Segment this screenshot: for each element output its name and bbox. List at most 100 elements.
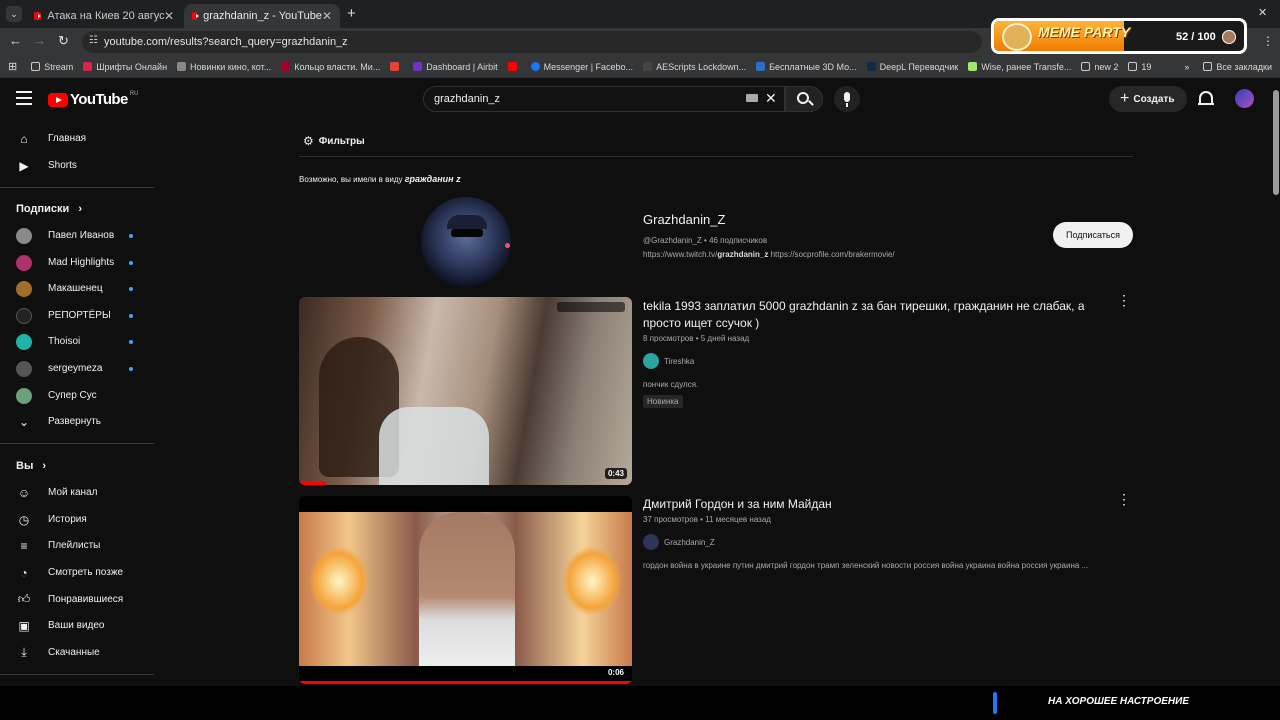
sidebar-sub-item[interactable]: sergeymeza: [0, 355, 154, 382]
bookmark-folder-19[interactable]: 19: [1128, 62, 1151, 72]
bookmark-label: 19: [1141, 61, 1152, 72]
site-info-icon[interactable]: ☷: [89, 35, 98, 46]
bookmark-3d-models[interactable]: Бесплатные 3D Мо...: [756, 62, 857, 72]
browser-tab-1[interactable]: Атака на Киев 20 августа: РФ у ✕: [26, 4, 182, 28]
video-channel[interactable]: Grazhdanin_Z: [643, 534, 715, 550]
window-close-icon[interactable]: ✕: [1258, 6, 1267, 19]
account-avatar[interactable]: [1235, 89, 1254, 108]
search-icon: [797, 92, 809, 104]
forward-icon[interactable]: →: [33, 33, 46, 48]
url-field[interactable]: ☷ youtube.com/results?search_query=grazh…: [82, 31, 982, 53]
sidebar-item-liked[interactable]: 👍︎ Понравившиеся: [0, 586, 154, 613]
sidebar-sub-item[interactable]: Thoisoi: [0, 328, 154, 355]
bookmark-youtube[interactable]: [507, 62, 521, 71]
channel-description: https://www.twitch.tv/grazhdanin_z https…: [643, 250, 895, 259]
back-icon[interactable]: ←: [9, 33, 22, 48]
bookmark-gmail[interactable]: [390, 62, 403, 71]
search-box[interactable]: grazhdanin_z ✕: [423, 86, 785, 112]
more-actions-icon[interactable]: ⋮: [1117, 293, 1131, 307]
browser-menu-icon[interactable]: ⋮: [1262, 34, 1274, 48]
channel-avatar: [16, 360, 32, 377]
bookmark-airbit[interactable]: Dashboard | Airbit: [413, 62, 498, 72]
page-scrollbar[interactable]: [1272, 80, 1280, 690]
video-thumbnail[interactable]: 0:43: [299, 297, 632, 485]
sidebar-sub-item[interactable]: Mad Highlights: [0, 249, 154, 276]
sidebar-item-history[interactable]: ◷ История: [0, 506, 154, 533]
browser-tab-2[interactable]: grazhdanin_z - YouTube ✕: [184, 4, 340, 28]
sidebar-item-my-channel[interactable]: ☺ Мой канал: [0, 479, 154, 506]
youtube-play-icon: [48, 92, 68, 107]
divider: [0, 443, 154, 444]
voice-search-button[interactable]: [834, 86, 860, 112]
sidebar-sub-item[interactable]: Макашенец: [0, 275, 154, 302]
bookmark-label: Кольцо власти. Ми...: [294, 61, 381, 72]
channel-avatar-large[interactable]: [421, 197, 511, 287]
new-tab-icon[interactable]: +: [347, 5, 356, 22]
channel-avatar: [16, 387, 32, 404]
sidebar-item-shorts[interactable]: ▶ Shorts: [0, 152, 154, 179]
doge-avatar-icon: [1002, 23, 1032, 51]
bookmark-rings-of-power[interactable]: Кольцо власти. Ми...: [281, 62, 380, 72]
video-title[interactable]: Дмитрий Гордон и за ним Майдан: [643, 496, 1103, 513]
bookmark-fonts[interactable]: Шрифты Онлайн: [83, 62, 167, 72]
suggestion-link[interactable]: гражданин z: [405, 174, 461, 184]
reload-icon[interactable]: ↻: [58, 33, 69, 49]
sidebar-sub-item[interactable]: Павел Иванов: [0, 222, 154, 249]
bookmarks-bar: ⊞ Stream Шрифты Онлайн Новинки кино, кот…: [0, 56, 1280, 78]
bookmark-movies[interactable]: Новинки кино, кот...: [177, 62, 271, 72]
video-channel[interactable]: Tireshka: [643, 353, 694, 369]
sidebar-item-downloads[interactable]: ⤓ Скачанные: [0, 639, 154, 666]
more-bookmarks-icon[interactable]: »: [1184, 62, 1189, 72]
bookmark-folder-new2[interactable]: new 2: [1081, 62, 1118, 72]
bookmark-wise[interactable]: Wise, ранее Transfe...: [968, 62, 1071, 72]
bookmark-messenger[interactable]: Messenger | Facebo...: [530, 62, 633, 72]
gmail-icon: [390, 62, 400, 71]
channel-name[interactable]: Grazhdanin_Z: [643, 212, 725, 227]
close-tab-icon[interactable]: ✕: [322, 9, 332, 23]
watch-progress-bar: [299, 482, 326, 485]
sidebar-item-your-videos[interactable]: ▣ Ваши видео: [0, 612, 154, 639]
site-favicon-icon: [177, 62, 187, 71]
bookmark-stream[interactable]: Stream: [31, 62, 73, 72]
keyboard-icon[interactable]: [746, 94, 758, 102]
video-snippet: гордон война в украине путин дмитрий гор…: [643, 561, 1089, 570]
like-icon: 👍︎: [17, 592, 31, 606]
tab-list-chevron-icon[interactable]: ⌄: [6, 6, 22, 22]
video-title[interactable]: tekila 1993 заплатил 5000 grazhdanin z з…: [643, 298, 1103, 332]
all-bookmarks[interactable]: Все закладки: [1203, 62, 1272, 72]
search-button[interactable]: [785, 86, 823, 112]
you-heading[interactable]: Вы ›: [16, 460, 46, 472]
channel-name: Tireshka: [664, 356, 695, 366]
sidebar-expand-button[interactable]: ⌄ Развернуть: [0, 408, 154, 435]
filters-label: Фильтры: [318, 135, 365, 147]
channel-avatar: [643, 534, 659, 550]
bookmark-deepl[interactable]: DeepL Переводчик: [866, 62, 958, 72]
overlay-bottom-text: НА ХОРОШЕЕ НАСТРОЕНИЕ: [1048, 696, 1189, 707]
meme-coin-icon: [1222, 30, 1236, 44]
subscribe-button[interactable]: Подписаться: [1053, 222, 1133, 248]
wise-icon: [968, 62, 978, 71]
apps-grid-icon[interactable]: ⊞: [8, 60, 17, 73]
sidebar-item-playlists[interactable]: ≡ Плейлисты: [0, 532, 154, 559]
subscriptions-heading[interactable]: Подписки ›: [16, 203, 82, 215]
sidebar-sub-item[interactable]: Супер Сус: [0, 382, 154, 409]
sidebar-sub-item[interactable]: РЕПОРТЁРЫ: [0, 302, 154, 329]
desc-text: https://socprofile.com/brakermovie/: [768, 250, 895, 259]
filters-button[interactable]: ⚙ Фильтры: [303, 134, 365, 148]
video-thumbnail[interactable]: 0:06: [299, 496, 632, 684]
close-tab-icon[interactable]: ✕: [164, 9, 174, 23]
youtube-logo[interactable]: YouTube RU: [48, 91, 138, 108]
sidebar-item-label: Ваши видео: [48, 620, 105, 631]
more-actions-icon[interactable]: ⋮: [1117, 492, 1131, 506]
sidebar-item-label: Макашенец: [48, 283, 103, 294]
create-button[interactable]: + Создать: [1109, 86, 1187, 112]
clear-search-icon[interactable]: ✕: [765, 90, 777, 107]
sidebar-item-label: Скачанные: [48, 647, 100, 658]
bookmark-aescripts[interactable]: AEScripts Lockdown...: [643, 62, 746, 72]
sidebar-item-watch-later[interactable]: ◔ Смотреть позже: [0, 559, 154, 586]
new-content-dot: [129, 367, 133, 371]
guide-menu-icon[interactable]: [16, 91, 32, 105]
sidebar-item-home[interactable]: ⌂ Главная: [0, 125, 154, 152]
bookmark-label: new 2: [1094, 61, 1119, 72]
notifications-bell-icon[interactable]: [1198, 91, 1214, 105]
